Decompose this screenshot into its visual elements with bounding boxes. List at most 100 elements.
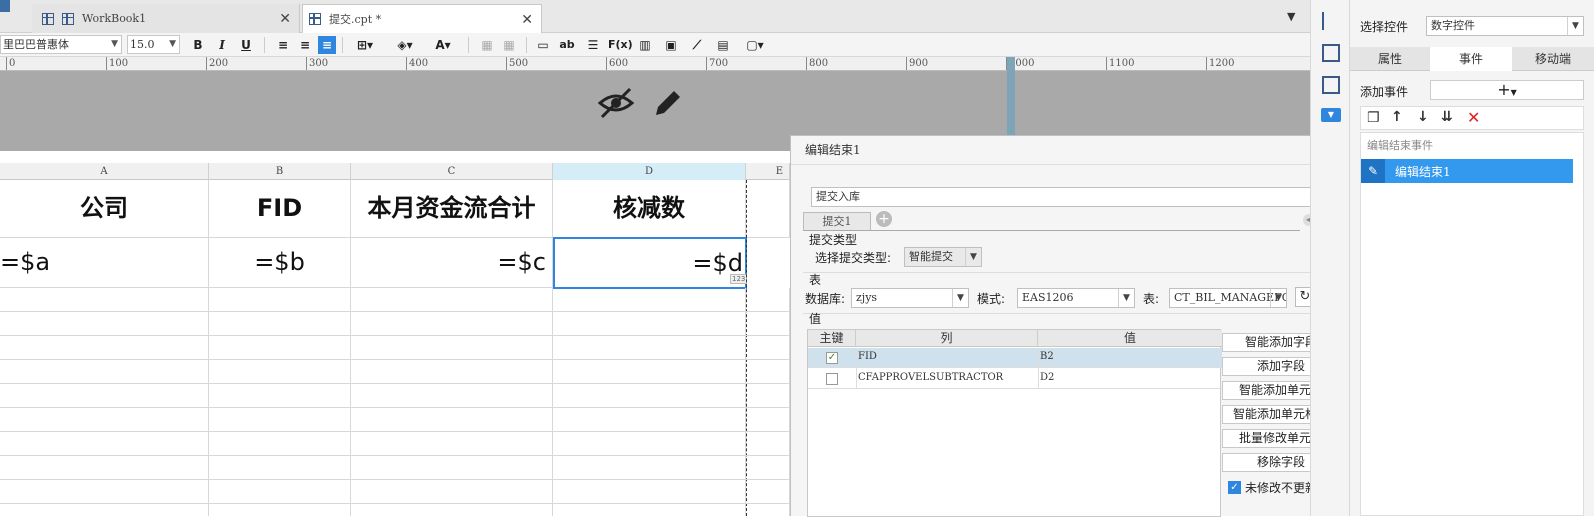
column-header-b[interactable]: B — [209, 163, 351, 180]
delete-icon[interactable]: ✕ — [1467, 108, 1480, 127]
empty-cell[interactable] — [351, 288, 553, 312]
empty-cell[interactable] — [351, 336, 553, 360]
empty-cell[interactable] — [0, 360, 209, 384]
control-panel-icon[interactable]: ▼ — [1321, 108, 1341, 122]
frame-icon[interactable]: ▢▾ — [740, 36, 770, 54]
empty-cell[interactable] — [553, 384, 746, 408]
empty-cell[interactable] — [209, 432, 351, 456]
cell-b1[interactable]: FID — [209, 180, 351, 238]
empty-cell[interactable] — [351, 480, 553, 504]
textfield-icon[interactable]: ▭ — [534, 36, 552, 54]
empty-cell[interactable] — [0, 312, 209, 336]
submit-type-select[interactable]: 智能提交 ▼ — [904, 247, 982, 267]
edit-pencil-icon[interactable] — [652, 87, 684, 119]
empty-cell[interactable] — [0, 432, 209, 456]
empty-cell[interactable] — [209, 480, 351, 504]
add-tab-icon[interactable]: + — [876, 211, 892, 227]
empty-cell[interactable] — [351, 504, 553, 516]
empty-cell[interactable] — [351, 408, 553, 432]
hidden-eye-icon[interactable] — [598, 87, 634, 119]
cell-c1[interactable]: 本月资金流合计 — [351, 180, 553, 238]
ab-icon[interactable]: ab — [558, 36, 576, 54]
empty-cell[interactable] — [209, 384, 351, 408]
underline-button[interactable]: U — [238, 36, 254, 54]
field-row[interactable]: ✓ FID B2 — [808, 348, 1222, 368]
action-type-select[interactable]: 提交入库 ▼ — [811, 187, 1333, 207]
align-center-icon[interactable]: ≡ — [296, 36, 314, 54]
image-icon[interactable]: ▣ — [662, 36, 680, 54]
unmerge-cells-icon[interactable]: ▦ — [500, 36, 518, 54]
column-header-c[interactable]: C — [351, 163, 553, 180]
widget-panel-icon[interactable] — [1322, 12, 1340, 30]
border-icon[interactable]: ⊞▾ — [350, 36, 380, 54]
cell-d1[interactable]: 核减数 — [553, 180, 746, 238]
select-control-dropdown[interactable]: 数字控件 ▼ — [1426, 16, 1584, 36]
table-select[interactable]: CT_BIL_MANAGEFOI ▼ — [1169, 288, 1287, 308]
close-icon[interactable]: ✕ — [279, 11, 291, 27]
diagonal-line-icon[interactable]: ⟋ — [688, 36, 706, 54]
primary-key-checkbox[interactable]: ✓ — [826, 352, 838, 364]
merge-cells-icon[interactable]: ▦ — [478, 36, 496, 54]
empty-cell[interactable] — [553, 408, 746, 432]
align-right-icon[interactable]: ≡ — [318, 36, 336, 54]
primary-key-checkbox[interactable] — [826, 373, 838, 385]
empty-cell[interactable] — [209, 408, 351, 432]
chart-icon[interactable]: ▥ — [636, 36, 654, 54]
tab-properties[interactable]: 属性 — [1350, 47, 1430, 71]
empty-cell[interactable] — [746, 504, 790, 516]
tab-submit-cpt[interactable]: 提交.cpt * ✕ — [302, 4, 542, 33]
empty-cell[interactable] — [0, 480, 209, 504]
no-update-checkbox[interactable]: ✓ — [1228, 481, 1241, 494]
empty-cell[interactable] — [746, 432, 790, 456]
font-size-select[interactable]: 15.0 ▼ — [127, 35, 180, 54]
tab-workbook1[interactable]: WorkBook1 ✕ — [32, 4, 300, 33]
add-event-button[interactable]: +▼ — [1430, 80, 1584, 100]
frame-panel-icon[interactable] — [1322, 76, 1340, 94]
empty-cell[interactable] — [746, 288, 790, 312]
form-icon[interactable]: ▤ — [714, 36, 732, 54]
empty-cell[interactable] — [209, 504, 351, 516]
empty-cell[interactable] — [746, 384, 790, 408]
cell-c2[interactable]: =$c — [351, 238, 553, 288]
empty-cell[interactable] — [351, 384, 553, 408]
empty-cell[interactable] — [746, 312, 790, 336]
formula-icon[interactable]: F(x) — [608, 36, 633, 54]
fill-color-icon[interactable]: ◈▾ — [390, 36, 420, 54]
font-color-icon[interactable]: A▾ — [428, 36, 458, 54]
cell-d2-selected[interactable]: =$d — [553, 237, 747, 289]
empty-cell[interactable] — [746, 336, 790, 360]
empty-cell[interactable] — [0, 384, 209, 408]
cell-b2[interactable]: =$b — [209, 238, 351, 288]
cell-a1[interactable]: 公司 — [0, 180, 209, 238]
empty-cell[interactable] — [746, 480, 790, 504]
font-name-select[interactable]: 里巴巴普惠体 ▼ — [0, 35, 122, 54]
column-header-d[interactable]: D — [553, 163, 746, 180]
empty-cell[interactable] — [553, 432, 746, 456]
copy-icon[interactable]: ❐ — [1367, 110, 1380, 126]
tab-events[interactable]: 事件 — [1430, 47, 1512, 71]
move-down-icon[interactable]: ↓ — [1417, 109, 1429, 125]
empty-cell[interactable] — [0, 408, 209, 432]
empty-cell[interactable] — [553, 336, 746, 360]
empty-cell[interactable] — [209, 288, 351, 312]
bold-button[interactable]: B — [190, 36, 206, 54]
move-up-icon[interactable]: ↑ — [1391, 109, 1403, 125]
empty-cell[interactable] — [553, 456, 746, 480]
move-bottom-icon[interactable]: ⇊ — [1441, 109, 1453, 125]
data-panel-icon[interactable] — [1322, 44, 1340, 62]
empty-cell[interactable] — [553, 360, 746, 384]
empty-cell[interactable] — [553, 480, 746, 504]
empty-cell[interactable] — [0, 288, 209, 312]
empty-cell[interactable] — [351, 360, 553, 384]
italic-button[interactable]: I — [214, 36, 230, 54]
cell-e1[interactable] — [746, 180, 790, 238]
subtab-submit1[interactable]: 提交1 — [803, 212, 871, 230]
empty-cell[interactable] — [351, 432, 553, 456]
empty-cell[interactable] — [746, 408, 790, 432]
empty-cell[interactable] — [746, 456, 790, 480]
empty-cell[interactable] — [351, 456, 553, 480]
column-header-e[interactable]: E — [746, 163, 790, 180]
empty-cell[interactable] — [553, 288, 746, 312]
empty-cell[interactable] — [0, 336, 209, 360]
empty-cell[interactable] — [553, 312, 746, 336]
